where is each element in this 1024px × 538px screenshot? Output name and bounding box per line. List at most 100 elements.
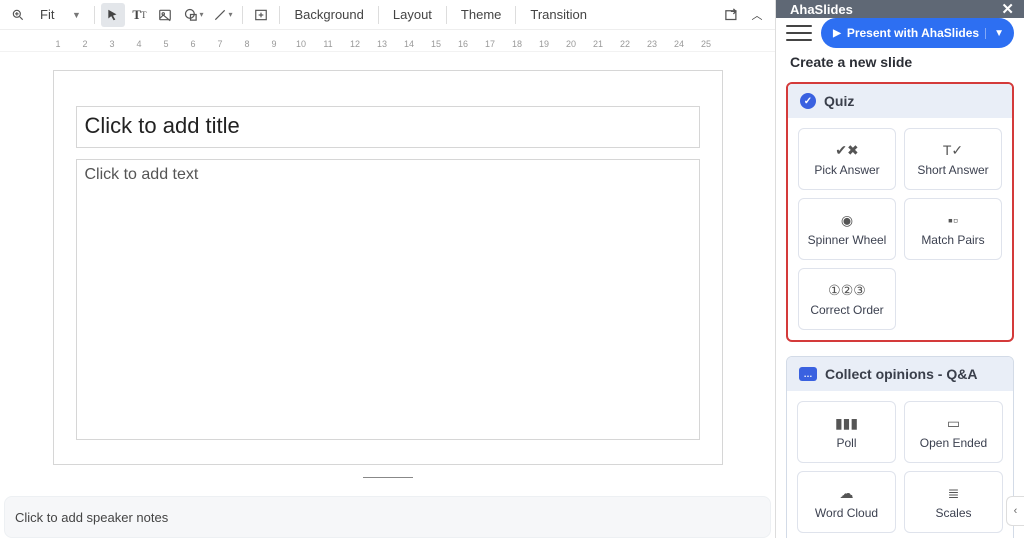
order-icon: ①②③: [828, 282, 866, 298]
ruler-tick: 21: [593, 39, 603, 49]
separator: [94, 6, 95, 24]
panel-title: AhaSlides: [790, 2, 853, 17]
ruler-tick: 20: [566, 39, 576, 49]
card-label: Match Pairs: [921, 233, 984, 247]
ruler-tick: 7: [217, 39, 222, 49]
card-label: Poll: [836, 436, 856, 450]
layout-button[interactable]: Layout: [385, 3, 440, 27]
category-header[interactable]: ✓ Quiz: [788, 84, 1012, 118]
ruler: 1234567891011121314151617181920212223242…: [0, 30, 775, 52]
category-label: Collect opinions - Q&A: [825, 366, 977, 382]
chat-icon: …: [799, 367, 817, 381]
image-tool-icon[interactable]: [153, 3, 177, 27]
ruler-tick: 4: [136, 39, 141, 49]
ruler-tick: 10: [296, 39, 306, 49]
wheel-icon: ◉: [841, 212, 853, 228]
ruler-tick: 12: [350, 39, 360, 49]
menu-icon[interactable]: [786, 22, 812, 44]
ruler-tick: 18: [512, 39, 522, 49]
slide-canvas: Click to add title Click to add text: [0, 52, 775, 538]
slide-footer-divider: [363, 477, 413, 478]
card-label: Word Cloud: [815, 506, 878, 520]
card-correct-order[interactable]: ①②③ Correct Order: [798, 268, 896, 330]
separator: [446, 6, 447, 24]
bars-icon: ▮▮▮: [835, 415, 858, 431]
ruler-tick: 2: [82, 39, 87, 49]
card-scales[interactable]: ≣ Scales: [904, 471, 1003, 533]
select-tool-icon[interactable]: [101, 3, 125, 27]
separator: [378, 6, 379, 24]
check-x-icon: ✔✖: [835, 142, 858, 158]
category-collect: … Collect opinions - Q&A ▮▮▮ Poll ▭ Open Ende…: [786, 356, 1014, 538]
play-icon: ▶: [833, 28, 841, 39]
card-short-answer[interactable]: T✓ Short Answer: [904, 128, 1002, 190]
separator: [279, 6, 280, 24]
line-tool-icon[interactable]: ▾: [209, 3, 236, 27]
side-panel: AhaSlides ✕ ▶ Present with AhaSlides ▼ C…: [775, 0, 1024, 538]
speaker-notes[interactable]: Click to add speaker notes: [4, 496, 771, 538]
cloud-icon: ☁: [840, 485, 854, 501]
box-icon: ▭: [947, 415, 960, 431]
card-poll[interactable]: ▮▮▮ Poll: [797, 401, 896, 463]
card-pick-answer[interactable]: ✔✖ Pick Answer: [798, 128, 896, 190]
background-button[interactable]: Background: [286, 3, 371, 27]
card-label: Short Answer: [917, 163, 988, 177]
comment-tool-icon[interactable]: [249, 3, 273, 27]
ruler-tick: 19: [539, 39, 549, 49]
ruler-tick: 17: [485, 39, 495, 49]
sliders-icon: ≣: [948, 485, 960, 501]
card-label: Open Ended: [920, 436, 987, 450]
expand-chevron-icon[interactable]: ‹: [1006, 496, 1024, 526]
card-label: Scales: [935, 506, 971, 520]
ruler-tick: 22: [620, 39, 630, 49]
transition-button[interactable]: Transition: [522, 3, 595, 27]
text-tool-icon[interactable]: TT: [127, 3, 151, 27]
export-icon[interactable]: [719, 3, 743, 27]
card-label: Pick Answer: [814, 163, 879, 177]
title-placeholder[interactable]: Click to add title: [76, 106, 700, 148]
zoom-dropdown-icon[interactable]: ▼: [64, 3, 88, 27]
ruler-tick: 24: [674, 39, 684, 49]
ruler-tick: 1: [55, 39, 60, 49]
body-placeholder[interactable]: Click to add text: [76, 159, 700, 440]
close-icon[interactable]: ✕: [1001, 0, 1014, 18]
zoom-in-icon[interactable]: [6, 3, 30, 27]
ruler-tick: 14: [404, 39, 414, 49]
theme-button[interactable]: Theme: [453, 3, 509, 27]
ruler-tick: 11: [323, 39, 332, 49]
ruler-tick: 23: [647, 39, 657, 49]
category-header[interactable]: … Collect opinions - Q&A: [787, 357, 1013, 391]
shape-tool-icon[interactable]: ▾: [179, 3, 207, 27]
ruler-tick: 6: [190, 39, 195, 49]
separator: [242, 6, 243, 24]
ruler-tick: 15: [431, 39, 441, 49]
ruler-tick: 13: [377, 39, 387, 49]
present-button-label: Present with AhaSlides: [847, 26, 979, 40]
card-open-ended[interactable]: ▭ Open Ended: [904, 401, 1003, 463]
ruler-tick: 8: [244, 39, 249, 49]
ruler-tick: 16: [458, 39, 468, 49]
card-word-cloud[interactable]: ☁ Word Cloud: [797, 471, 896, 533]
card-label: Correct Order: [810, 303, 883, 317]
pairs-icon: ▪▫: [948, 212, 958, 228]
category-label: Quiz: [824, 93, 854, 109]
zoom-select[interactable]: Fit: [32, 3, 62, 27]
separator: [515, 6, 516, 24]
card-match-pairs[interactable]: ▪▫ Match Pairs: [904, 198, 1002, 260]
present-button[interactable]: ▶ Present with AhaSlides ▼: [821, 18, 1014, 48]
check-badge-icon: ✓: [800, 93, 816, 109]
ruler-tick: 3: [109, 39, 114, 49]
chevron-down-icon[interactable]: ▼: [985, 28, 1004, 39]
category-quiz: ✓ Quiz ✔✖ Pick Answer T✓ Short Answer ◉ Spinner…: [786, 82, 1014, 342]
ruler-tick: 5: [163, 39, 168, 49]
ruler-tick: 25: [701, 39, 711, 49]
section-title: Create a new slide: [776, 48, 1024, 82]
card-label: Spinner Wheel: [808, 233, 887, 247]
collapse-toolbar-icon[interactable]: ︿: [745, 3, 769, 27]
slide-page[interactable]: Click to add title Click to add text: [53, 70, 723, 465]
panel-header: AhaSlides ✕: [776, 0, 1024, 18]
ruler-tick: 9: [271, 39, 276, 49]
toolbar: Fit ▼ TT ▾ ▾ Background Layout Theme Tra…: [0, 0, 775, 30]
card-spinner-wheel[interactable]: ◉ Spinner Wheel: [798, 198, 896, 260]
text-check-icon: T✓: [943, 142, 963, 158]
